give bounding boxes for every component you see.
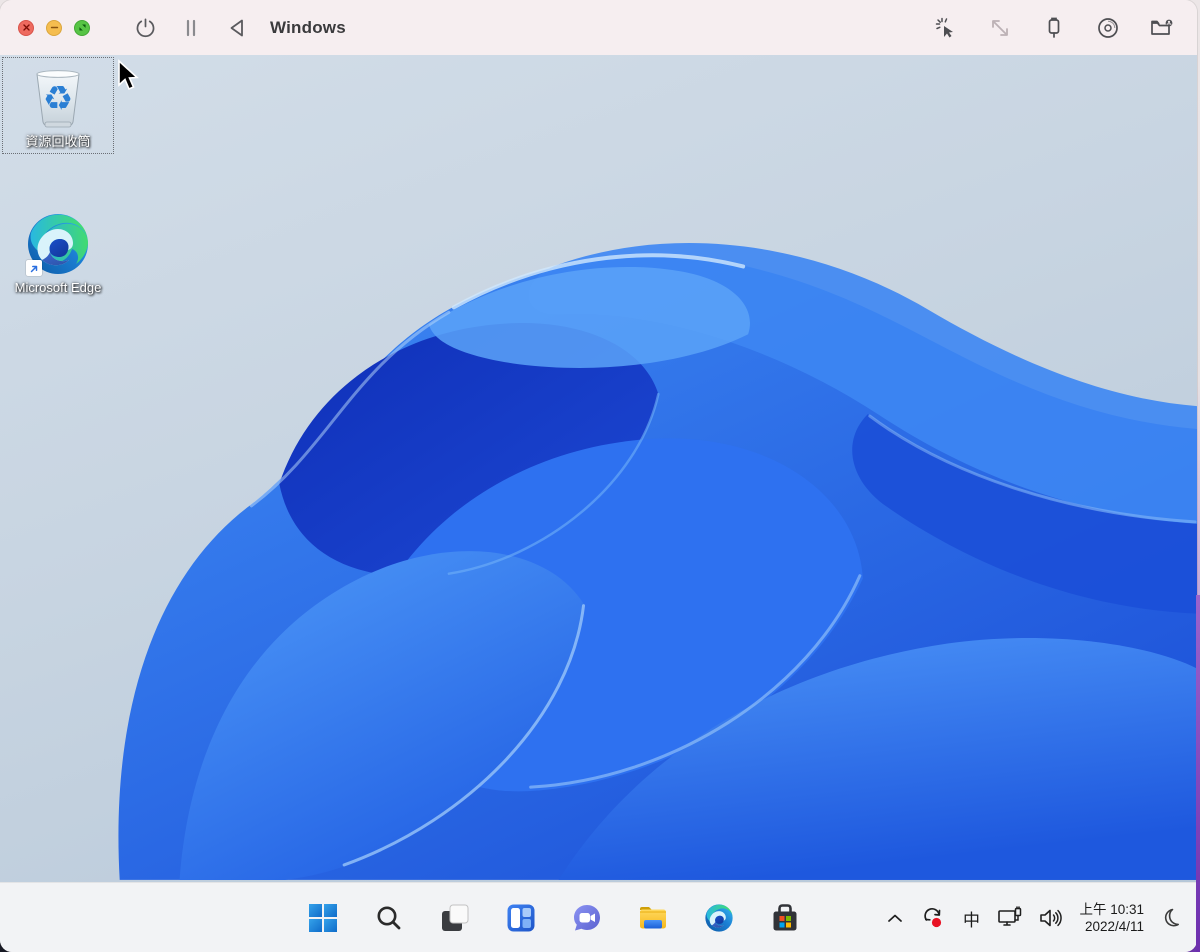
windows-start-icon bbox=[309, 904, 337, 932]
store-button[interactable] bbox=[765, 898, 805, 938]
moon-icon bbox=[1164, 908, 1179, 927]
back-icon bbox=[230, 19, 243, 36]
taskbar-system-tray: 中 上午 10:31 2022/4/11 bbox=[884, 883, 1183, 952]
resize-display-button[interactable] bbox=[983, 11, 1017, 45]
shared-folder-button[interactable] bbox=[1145, 11, 1179, 45]
fullscreen-button[interactable] bbox=[74, 19, 90, 36]
usb-icon bbox=[1048, 17, 1060, 38]
window-title: Windows bbox=[270, 17, 346, 37]
edge-logo-icon bbox=[705, 904, 733, 932]
windows-taskbar: 中 上午 10:31 2022/4/11 bbox=[0, 882, 1197, 952]
windows-update-icon bbox=[924, 908, 942, 928]
minimize-icon bbox=[50, 26, 58, 29]
start-button[interactable] bbox=[303, 898, 343, 938]
microsoft-store-icon bbox=[773, 904, 797, 931]
search-button[interactable] bbox=[369, 898, 409, 938]
file-explorer-button[interactable] bbox=[633, 898, 673, 938]
clock-date: 2022/4/11 bbox=[1084, 919, 1144, 934]
capture-cursor-button[interactable] bbox=[929, 11, 963, 45]
toolbar-left-controls bbox=[128, 11, 254, 45]
ime-indicator-button[interactable]: 中 bbox=[960, 901, 982, 935]
power-icon bbox=[136, 18, 154, 38]
close-icon bbox=[22, 24, 30, 31]
widgets-button[interactable] bbox=[501, 898, 541, 938]
pause-icon bbox=[186, 19, 196, 36]
svg-text:♻: ♻ bbox=[43, 79, 73, 119]
power-button[interactable] bbox=[128, 11, 162, 45]
chat-button[interactable] bbox=[567, 898, 607, 938]
shortcut-arrow-icon bbox=[30, 265, 37, 272]
network-icon bbox=[998, 906, 1022, 926]
disc-drive-icon bbox=[1098, 17, 1118, 38]
mac-wallpaper-edge-strip bbox=[1196, 595, 1200, 952]
recycle-bin-icon-cell[interactable]: ♻ 資源回收筒 bbox=[2, 57, 114, 154]
recycle-bin-label: 資源回收筒 bbox=[25, 134, 91, 149]
back-button[interactable] bbox=[220, 11, 254, 45]
titlebar: Windows bbox=[0, 0, 1197, 55]
toolbar-right-controls bbox=[929, 0, 1179, 55]
volume-icon bbox=[1040, 909, 1063, 927]
recycle-bin-icon: ♻ bbox=[36, 70, 80, 128]
edge-shortcut-cell[interactable]: Microsoft Edge bbox=[10, 210, 106, 295]
chevron-up-icon bbox=[888, 914, 903, 922]
minimize-button[interactable] bbox=[46, 19, 62, 36]
task-view-button[interactable] bbox=[435, 898, 475, 938]
shortcut-arrow-badge bbox=[26, 260, 42, 276]
disc-drive-button[interactable] bbox=[1091, 11, 1125, 45]
file-explorer-icon bbox=[640, 907, 666, 929]
close-button[interactable] bbox=[18, 19, 34, 36]
taskbar-clock[interactable]: 上午 10:31 2022/4/11 bbox=[1079, 901, 1144, 935]
cursor-capture-icon bbox=[935, 17, 953, 37]
fullscreen-icon bbox=[78, 24, 86, 31]
edge-shortcut-label: Microsoft Edge bbox=[14, 280, 102, 295]
clock-time: 上午 10:31 bbox=[1079, 902, 1144, 917]
traffic-lights bbox=[18, 19, 90, 36]
windows-update-tray-button[interactable] bbox=[921, 901, 945, 935]
edge-shortcut-art bbox=[24, 210, 92, 278]
bloom-wallpaper bbox=[118, 243, 1197, 880]
edge-taskbar-button[interactable] bbox=[699, 898, 739, 938]
windows-desktop[interactable]: ♻ 資源回收筒 Microsoft Edge bbox=[0, 55, 1197, 882]
vm-window: Windows ♻ 資源回收筒 Microsoft Edge 中 上午 10:3… bbox=[0, 0, 1197, 952]
resize-icon bbox=[992, 19, 1008, 36]
widgets-icon bbox=[507, 904, 535, 932]
task-view-icon bbox=[442, 904, 469, 931]
shared-folder-icon bbox=[1151, 19, 1173, 35]
chat-icon bbox=[574, 905, 600, 931]
mouse-cursor bbox=[118, 59, 139, 91]
pause-button[interactable] bbox=[174, 11, 208, 45]
taskbar-center-buttons bbox=[303, 883, 805, 952]
ime-language-label: 中 bbox=[962, 910, 980, 930]
network-tray-button[interactable] bbox=[997, 901, 1023, 935]
focus-assist-button[interactable] bbox=[1159, 901, 1183, 935]
volume-tray-button[interactable] bbox=[1038, 901, 1064, 935]
recycle-bin-art: ♻ bbox=[24, 64, 92, 132]
search-icon bbox=[377, 906, 401, 930]
usb-devices-button[interactable] bbox=[1037, 11, 1071, 45]
hidden-icons-button[interactable] bbox=[884, 901, 906, 935]
